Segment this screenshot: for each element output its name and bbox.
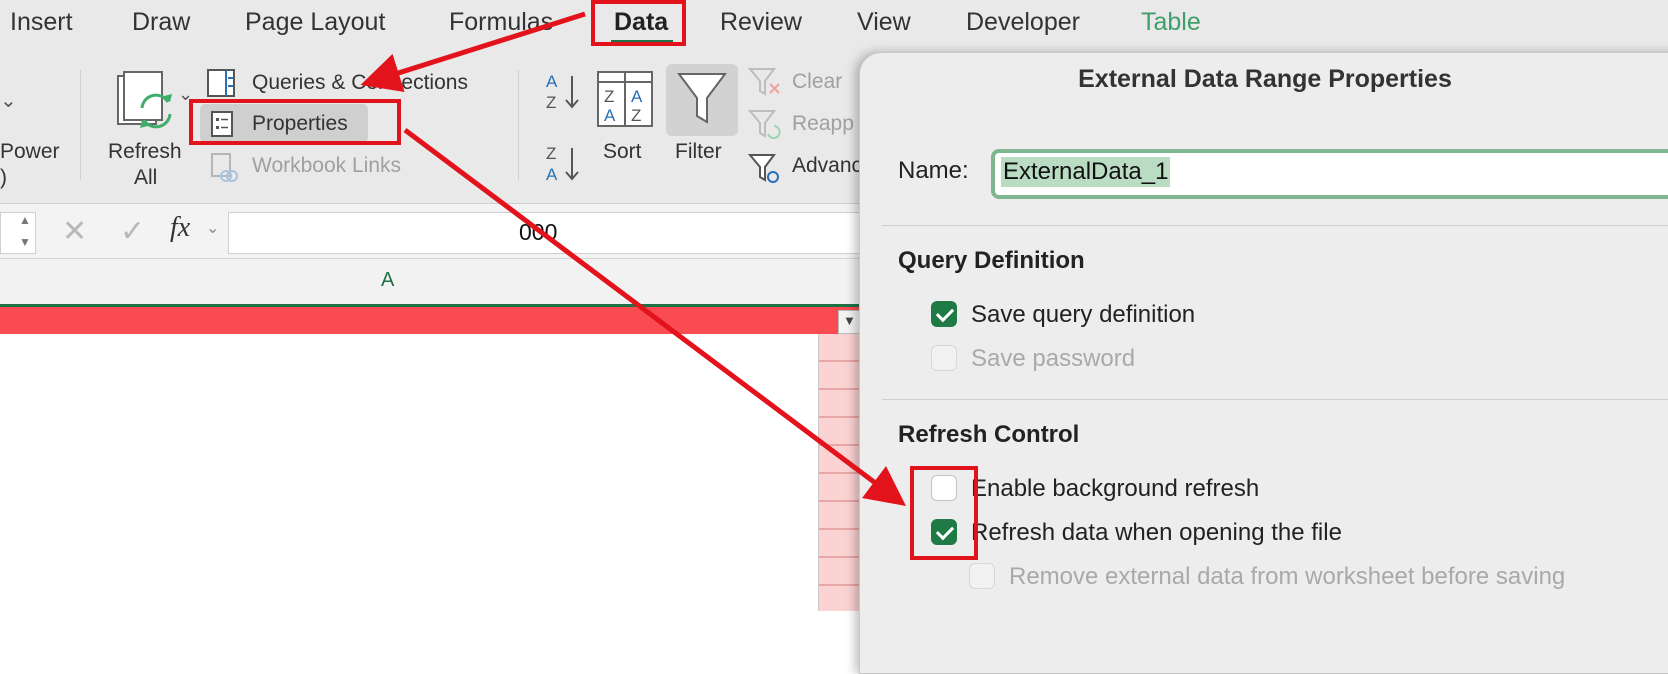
query-definition-heading: Query Definition <box>898 247 1085 274</box>
highlight-properties-button <box>189 99 401 145</box>
stepper-up-icon[interactable]: ▲ <box>19 213 31 227</box>
workbook-links-button[interactable]: Workbook Links <box>252 154 401 178</box>
tab-page-layout[interactable]: Page Layout <box>245 8 385 37</box>
external-data-range-properties-dialog: External Data Range Properties Name: Ext… <box>859 52 1668 674</box>
save-query-definition-checkbox[interactable] <box>931 301 957 327</box>
svg-text:Z: Z <box>546 144 556 163</box>
refresh-on-open-label[interactable]: Refresh data when opening the file <box>971 519 1342 547</box>
reapply-icon <box>748 110 781 139</box>
clear-filter-icon <box>748 68 780 96</box>
ribbon-divider <box>518 70 519 180</box>
formula-value: 000 <box>519 219 558 245</box>
advanced-filter-icon <box>748 154 779 183</box>
highlight-refresh-checkboxes <box>910 466 978 560</box>
cancel-x-icon[interactable]: ✕ <box>62 214 87 249</box>
ribbon-divider <box>80 70 81 180</box>
name-field[interactable]: ExternalData_1 <box>991 149 1668 199</box>
enter-check-icon[interactable]: ✓ <box>120 214 145 249</box>
workbook-links-icon <box>211 153 238 182</box>
reapply-button[interactable]: Reapp <box>792 112 854 136</box>
refresh-all-icon[interactable] <box>112 70 182 140</box>
column-header-a[interactable]: A <box>381 269 394 292</box>
queries-connections-button[interactable]: Queries & Connections <box>252 71 468 95</box>
tab-review[interactable]: Review <box>720 8 802 37</box>
svg-text:A: A <box>604 106 616 125</box>
chevron-down-icon[interactable]: ⌄ <box>0 88 17 113</box>
dropdown-arrow-icon: ▼ <box>843 313 856 328</box>
stepper-down-icon[interactable]: ▼ <box>19 235 31 249</box>
refresh-control-heading: Refresh Control <box>898 421 1080 448</box>
svg-text:Z: Z <box>604 87 614 106</box>
save-password-checkbox[interactable] <box>931 345 957 371</box>
tab-developer[interactable]: Developer <box>966 8 1080 37</box>
tab-insert[interactable]: Insert <box>10 8 73 37</box>
tab-formulas[interactable]: Formulas <box>449 8 553 37</box>
filter-funnel-icon <box>677 73 727 124</box>
dialog-divider <box>882 225 1668 226</box>
refresh-all-label-2[interactable]: All <box>134 166 157 190</box>
sort-a-to-z-icon[interactable]: A Z <box>544 70 584 112</box>
dialog-divider <box>882 399 1668 400</box>
tab-table[interactable]: Table <box>1141 8 1201 37</box>
remove-external-data-label[interactable]: Remove external data from worksheet befo… <box>1009 563 1565 591</box>
insert-function-icon[interactable]: fx <box>170 212 190 244</box>
sort-z-to-a-icon[interactable]: Z A <box>544 142 584 184</box>
table-header-row <box>0 307 860 334</box>
dialog-title: External Data Range Properties <box>1078 65 1452 93</box>
tab-view[interactable]: View <box>857 8 911 37</box>
svg-text:A: A <box>631 87 643 106</box>
advanced-button[interactable]: Advanc <box>792 154 862 178</box>
highlight-data-tab <box>591 0 686 46</box>
enable-background-refresh-label[interactable]: Enable background refresh <box>971 475 1259 503</box>
name-field-value: ExternalData_1 <box>1001 157 1171 187</box>
svg-text:Z: Z <box>546 93 556 112</box>
fx-chevron-icon[interactable]: ⌄ <box>206 218 219 238</box>
save-password-label[interactable]: Save password <box>971 345 1135 373</box>
sort-icon[interactable]: Z A A Z <box>596 70 654 128</box>
tab-draw[interactable]: Draw <box>132 8 190 37</box>
name-label: Name: <box>898 157 969 184</box>
filter-label[interactable]: Filter <box>675 140 722 164</box>
name-box-stepper[interactable]: ▲ ▼ <box>0 212 36 254</box>
refresh-all-label[interactable]: Refresh <box>108 140 182 164</box>
get-data-power-label[interactable]: Power <box>0 140 60 164</box>
remove-external-data-checkbox[interactable] <box>969 563 995 589</box>
queries-connections-icon[interactable] <box>206 68 238 98</box>
ribbon-tab-bar: Insert Draw Page Layout Formulas Data Re… <box>0 0 1668 48</box>
get-data-power-label-2: ) <box>0 166 7 189</box>
clear-button[interactable]: Clear <box>792 70 842 94</box>
svg-text:A: A <box>546 165 558 184</box>
svg-text:A: A <box>546 72 558 91</box>
table-banded-column <box>818 334 861 611</box>
save-query-definition-label[interactable]: Save query definition <box>971 301 1195 329</box>
sort-button[interactable]: Sort <box>603 140 642 164</box>
svg-text:Z: Z <box>631 106 641 125</box>
